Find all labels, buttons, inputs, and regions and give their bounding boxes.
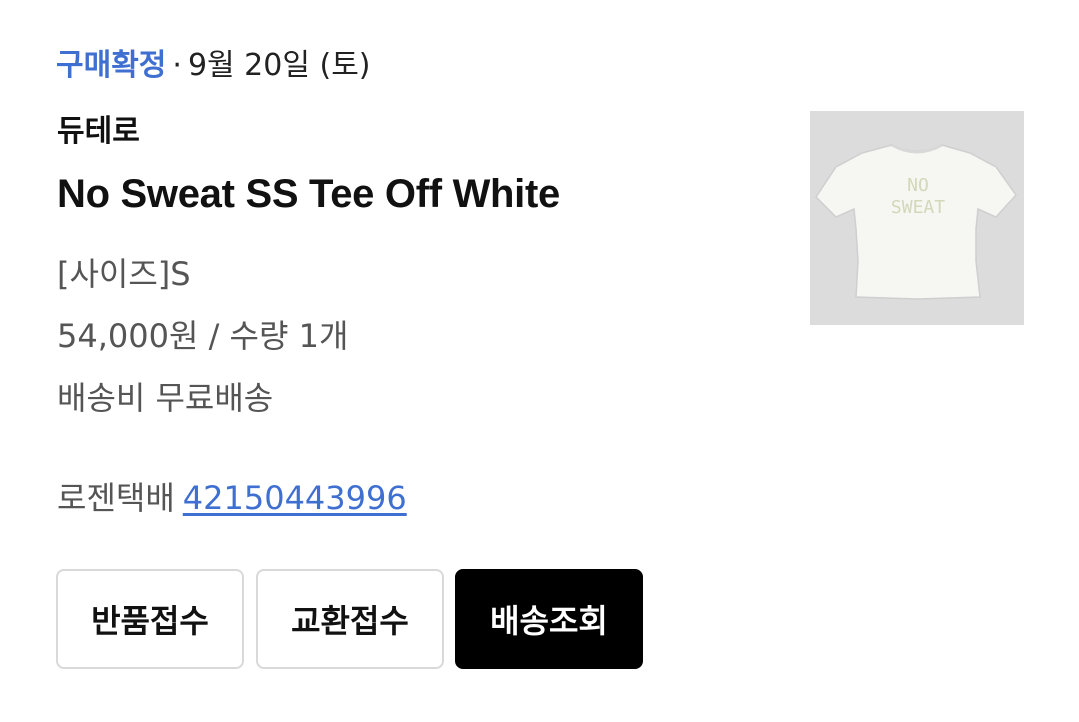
brand-name[interactable]: 듀테로 [57, 110, 140, 154]
return-request-button[interactable]: 반품접수 [56, 569, 244, 669]
product-option: [사이즈]S [57, 255, 191, 293]
exchange-request-button[interactable]: 교환접수 [256, 569, 444, 669]
product-thumbnail[interactable]: NO SWEAT [810, 111, 1024, 325]
tracking-info: 로젠택배 42150443996 [57, 476, 407, 520]
track-delivery-button[interactable]: 배송조회 [455, 569, 643, 669]
product-name[interactable]: No Sweat SS Tee Off White [57, 168, 560, 220]
order-status-line: 구매확정 · 9월 20일 (토) [56, 44, 371, 88]
order-date: 9월 20일 (토) [187, 48, 371, 83]
carrier-name: 로젠택배 [57, 479, 175, 517]
shirt-print-line2: SWEAT [891, 197, 945, 218]
shipping-fee: 배송비 무료배송 [57, 379, 274, 417]
order-item-card: 구매확정 · 9월 20일 (토) 듀테로 No Sweat SS Tee Off … [0, 0, 1079, 722]
t-shirt-image: NO SWEAT [815, 143, 1017, 300]
product-price-quantity: 54,000원 / 수량 1개 [57, 317, 349, 355]
tracking-number-link[interactable]: 42150443996 [183, 479, 407, 517]
order-status: 구매확정 [56, 48, 167, 83]
shirt-print-line1: NO [907, 175, 929, 196]
status-separator: · [172, 48, 182, 83]
